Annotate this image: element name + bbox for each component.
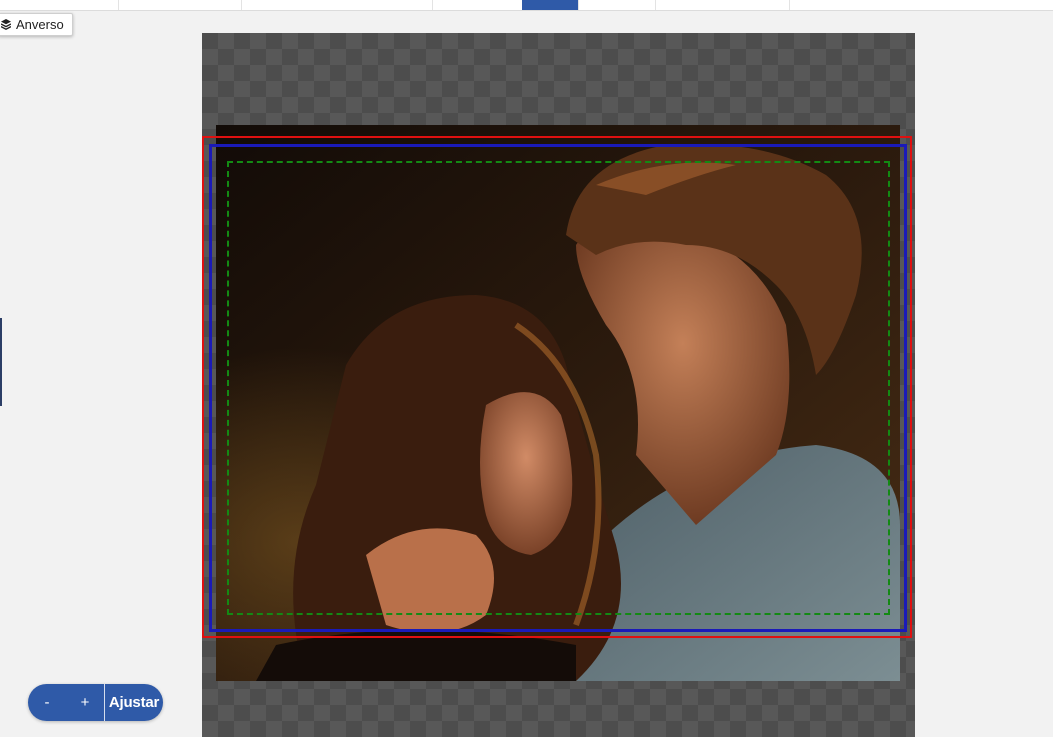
- tab-5[interactable]: [578, 0, 656, 10]
- tab-6[interactable]: [655, 0, 790, 10]
- fit-button[interactable]: Ajustar: [105, 694, 163, 711]
- tab-7[interactable]: [789, 0, 1053, 10]
- layer-label: Anverso: [16, 17, 64, 32]
- layers-icon: [1, 19, 11, 30]
- tab-1[interactable]: [118, 0, 242, 10]
- zoom-out-button[interactable]: -: [28, 694, 66, 711]
- top-tab-strip: [0, 0, 1053, 11]
- tab-2[interactable]: [241, 0, 433, 10]
- tab-3[interactable]: [432, 0, 523, 10]
- tab-active[interactable]: [522, 0, 578, 10]
- safe-area-guide: [227, 161, 890, 615]
- side-panel-edge[interactable]: [0, 318, 2, 406]
- layer-toggle-button[interactable]: Anverso: [0, 13, 73, 36]
- zoom-in-button[interactable]: +: [66, 694, 104, 711]
- zoom-divider: [104, 684, 105, 721]
- zoom-controls: - + Ajustar: [28, 684, 163, 721]
